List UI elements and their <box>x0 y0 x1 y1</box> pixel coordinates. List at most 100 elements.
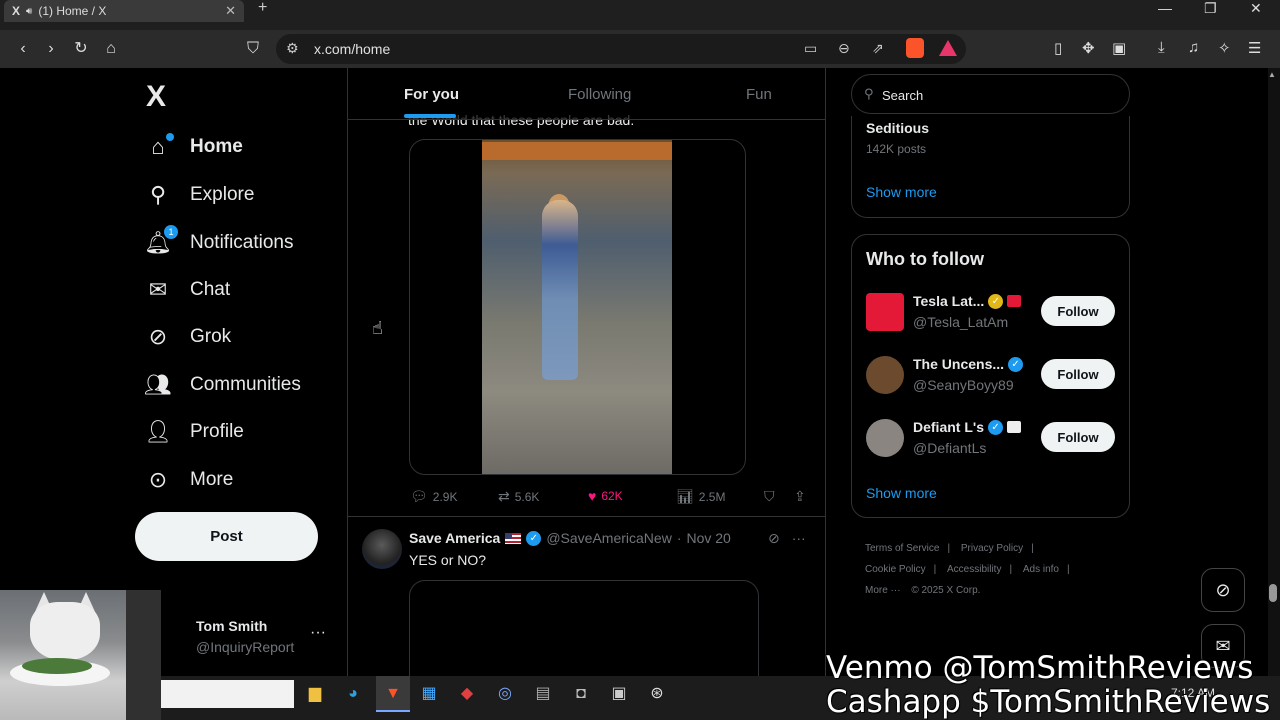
account-switcher[interactable]: Tom Smith @InquiryReport ··· <box>160 614 340 658</box>
new-tab-icon[interactable]: + <box>258 0 267 16</box>
sidebar-item-profile[interactable]: 👤︎ Profile <box>144 415 244 449</box>
active-tab-indicator <box>404 114 456 118</box>
video-subject <box>542 200 578 380</box>
share-button[interactable]: ⇪ <box>794 488 806 505</box>
footer-link[interactable]: Cookie Policy <box>865 564 926 575</box>
share-icon[interactable]: ⇗ <box>872 40 884 57</box>
home-feed: the World that these people are bad. For… <box>347 68 826 676</box>
scrollbar-thumb[interactable] <box>1269 584 1277 602</box>
menu-icon[interactable]: ☰ <box>1248 39 1261 57</box>
repost-button[interactable]: ⇄ 5.6K <box>498 488 539 505</box>
verified-badge-icon: ✓ <box>988 419 1004 435</box>
search-input[interactable]: ⚲ Search <box>851 74 1130 114</box>
close-window-icon[interactable]: ✕ <box>1250 0 1262 16</box>
follow-button[interactable]: Follow <box>1041 359 1115 389</box>
sidebar-item-home[interactable]: ⌂ Home <box>146 130 243 164</box>
calculator-icon[interactable]: ▦ <box>419 684 439 704</box>
footer-link[interactable]: More ··· <box>865 585 901 596</box>
footer-link[interactable]: Accessibility <box>947 564 1001 575</box>
bell-icon: 🔔︎ 1 <box>144 225 178 255</box>
bookmark-button[interactable]: ⛉ <box>764 488 775 505</box>
follow-suggestion[interactable]: Tesla Lat... ✓ @Tesla_LatAm Follow <box>866 291 1118 335</box>
x-logo-icon[interactable]: X <box>146 80 166 114</box>
grok-icon: ⊘ <box>148 324 168 349</box>
sidebar-icon[interactable]: ▣ <box>1112 39 1126 57</box>
tweet2-handle[interactable]: @SaveAmericaNew <box>546 530 671 546</box>
cast-icon[interactable]: ▭ <box>804 40 817 57</box>
views-button[interactable]: 📊︎ 2.5M <box>676 488 725 505</box>
back-icon[interactable]: ‹ <box>12 38 34 60</box>
follow-button[interactable]: Follow <box>1041 422 1115 452</box>
video-frame[interactable] <box>482 140 672 474</box>
tab-following[interactable]: Following <box>568 86 631 103</box>
like-button[interactable]: ♥ 62K <box>588 488 623 504</box>
app-icon[interactable]: ⊛ <box>647 684 667 704</box>
views-icon: 📊︎ <box>676 488 694 504</box>
address-bar[interactable]: ⚙ x.com/home ▭ ⊖ ⇗ <box>276 34 966 64</box>
people-icon: 👥︎ <box>144 372 172 397</box>
trend-title[interactable]: Seditious <box>866 120 929 136</box>
tweet2-date[interactable]: Nov 20 <box>686 530 730 546</box>
browser-tab[interactable]: X 🔊︎ (1) Home / X ✕ <box>4 0 244 22</box>
leo-ai-icon[interactable]: ✧ <box>1218 39 1231 57</box>
grok-explain-icon[interactable]: ⊘ <box>768 530 780 547</box>
feed-tabs: For you Following Fun <box>348 68 825 120</box>
app-icon[interactable]: ◆ <box>457 684 477 704</box>
app-icon[interactable]: ▤ <box>533 684 553 704</box>
brave-taskbar-icon[interactable]: ▼ <box>383 684 403 704</box>
post-button[interactable]: Post <box>135 512 318 561</box>
sidebar-item-label: Chat <box>190 279 231 300</box>
avatar[interactable] <box>362 529 402 569</box>
app-icon[interactable]: ▣ <box>609 684 629 704</box>
extensions-icon[interactable]: ✥ <box>1082 39 1095 57</box>
app-icon[interactable]: ◎ <box>495 684 515 704</box>
media-icon[interactable]: ♫ <box>1188 39 1199 56</box>
edge-icon[interactable]: ◕ <box>343 684 363 704</box>
reload-icon[interactable]: ↻ <box>70 38 92 60</box>
sidebar-item-explore[interactable]: ⚲ Explore <box>146 178 254 212</box>
show-more-trends-link[interactable]: Show more <box>866 184 937 200</box>
tab-fun[interactable]: Fun <box>746 86 772 103</box>
tweet2-media[interactable] <box>409 580 759 676</box>
follow-button[interactable]: Follow <box>1041 296 1115 326</box>
sidebar-item-notifications[interactable]: 🔔︎ 1 Notifications <box>144 225 294 260</box>
zoom-icon[interactable]: ⊖ <box>838 40 850 57</box>
download-icon[interactable]: ⤓ <box>1158 39 1165 56</box>
close-tab-icon[interactable]: ✕ <box>225 3 236 19</box>
venmo-overlay: Venmo @TomSmithReviews <box>826 650 1254 686</box>
brave-shields-icon[interactable] <box>906 38 924 58</box>
site-settings-icon[interactable]: ⚙ <box>286 40 299 57</box>
forward-icon[interactable]: › <box>40 38 62 60</box>
minimize-icon[interactable]: — <box>1158 0 1172 16</box>
search-icon: ⚲ <box>149 182 167 207</box>
show-more-follow-link[interactable]: Show more <box>866 485 937 501</box>
sidebar-item-grok[interactable]: ⊘ Grok <box>146 320 231 354</box>
follow-suggestion[interactable]: The Uncens... ✓ @SeanyBoyy89 Follow <box>866 354 1118 398</box>
sidebar-item-label: Explore <box>190 184 255 205</box>
bookmark-icon[interactable]: ⛉ <box>242 38 264 60</box>
file-explorer-icon[interactable]: ▆ <box>305 684 325 704</box>
brave-rewards-icon[interactable] <box>939 40 957 56</box>
footer-link[interactable]: Privacy Policy <box>961 543 1023 554</box>
grok-fab[interactable]: ⊘ <box>1201 568 1245 612</box>
sidebar-item-chat[interactable]: ✉ Chat <box>146 273 230 307</box>
follow-suggestion[interactable]: Defiant L's ✓ @DefiantLs Follow <box>866 417 1118 461</box>
footer-link[interactable]: Ads info <box>1023 564 1059 575</box>
tweet1-video[interactable] <box>409 139 746 475</box>
app-icon[interactable]: ◘ <box>571 684 591 704</box>
footer-link[interactable]: Terms of Service <box>865 543 939 554</box>
vpn-icon[interactable]: ▯ <box>1054 39 1062 57</box>
search-icon: ⚲ <box>864 86 874 101</box>
account-handle: @InquiryReport <box>196 639 295 655</box>
account-more-icon[interactable]: ··· <box>310 624 326 642</box>
sidebar-item-more[interactable]: ⊙ More <box>146 463 234 497</box>
post-more-icon[interactable]: ··· <box>792 530 806 547</box>
home-browser-icon[interactable]: ⌂ <box>100 38 122 60</box>
scroll-up-icon[interactable]: ▲ <box>1268 70 1276 79</box>
taskbar-search[interactable] <box>161 680 294 708</box>
reply-button[interactable]: 💬︎ 2.9K <box>410 488 457 505</box>
restore-icon[interactable]: ❐ <box>1204 0 1217 16</box>
sidebar-item-communities[interactable]: 👥︎ Communities <box>144 368 301 402</box>
tweet2-author[interactable]: Save America <box>409 530 500 546</box>
tab-for-you[interactable]: For you <box>404 86 459 103</box>
